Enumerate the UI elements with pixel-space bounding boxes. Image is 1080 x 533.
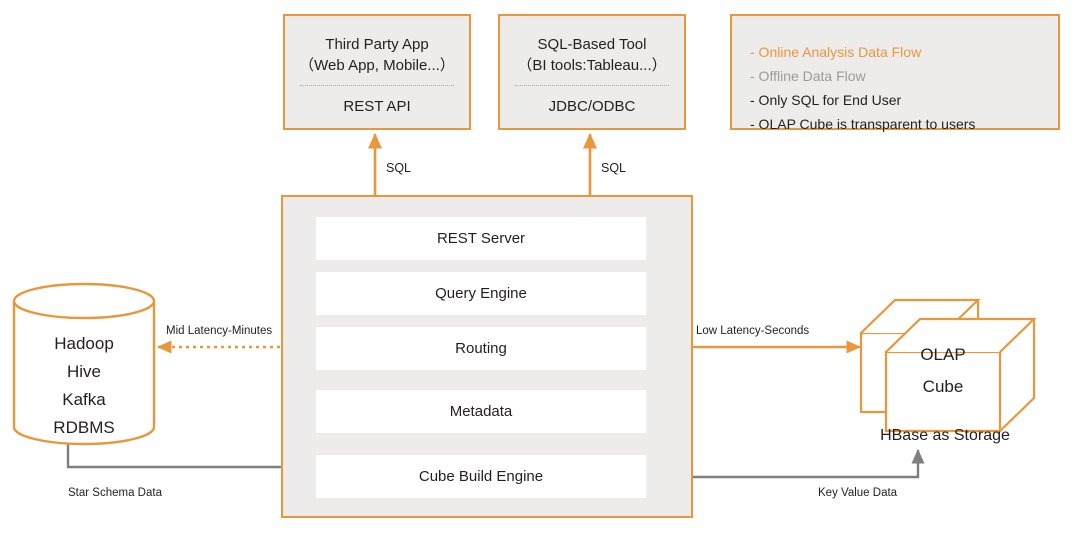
client-title: Third Party App — [325, 36, 429, 53]
client-protocol-label: JDBC/ODBC — [548, 98, 636, 115]
cube-label-cube: Cube — [922, 377, 964, 396]
client-box-sql-based-tool[interactable]: SQL-Based Tool （BI tools:Tableau...） JDB… — [498, 14, 686, 130]
client-divider — [514, 85, 670, 86]
cube-label-olap: OLAP — [920, 345, 966, 364]
sql-label-bi-tool: SQL — [601, 161, 627, 175]
client-title: SQL-Based Tool — [537, 36, 647, 53]
legend-item-online-analysis: - Online Analysis Data Flow — [750, 44, 922, 60]
source-label-hadoop: Hadoop — [54, 334, 114, 353]
engine-layer-rest-server[interactable]: REST Server — [316, 217, 646, 260]
flow-label-mid-latency: Mid Latency-Minutes — [166, 325, 273, 337]
legend-item-offline-flow: - Offline Data Flow — [750, 68, 866, 84]
client-protocol-label: REST API — [343, 98, 411, 115]
source-label-rdbms: RDBMS — [53, 418, 115, 437]
client-subtitle: （Web App, Mobile...） — [299, 57, 455, 74]
source-label-hive: Hive — [66, 362, 101, 381]
client-divider — [299, 85, 455, 86]
engine-layer-routing[interactable]: Routing — [316, 327, 646, 370]
flow-label-key-value: Key Value Data — [818, 487, 898, 499]
engine-layer-metadata[interactable]: Metadata — [316, 390, 646, 433]
olap-cube-front-shape — [884, 317, 1037, 433]
legend-box: - Online Analysis Data Flow - Offline Da… — [730, 14, 1060, 132]
sql-label-third-party: SQL — [386, 161, 412, 175]
engine-layer-cube-build-engine[interactable]: Cube Build Engine — [316, 455, 646, 498]
engine-layer-query-engine[interactable]: Query Engine — [316, 272, 646, 315]
legend-item-olap-transparent: - OLAP Cube is transparent to users — [750, 116, 976, 132]
flow-label-low-latency: Low Latency-Seconds — [696, 325, 810, 337]
source-label-kafka: Kafka — [62, 390, 106, 409]
flow-star-schema — [66, 443, 312, 474]
client-box-third-party-app[interactable]: Third Party App （Web App, Mobile...） RES… — [283, 14, 471, 130]
flow-label-star-schema: Star Schema Data — [68, 487, 162, 499]
hbase-storage-caption: HBase as Storage — [880, 427, 1010, 444]
client-subtitle: （BI tools:Tableau...） — [517, 57, 667, 74]
legend-item-only-sql: - Only SQL for End User — [750, 92, 902, 108]
architecture-diagram: Third Party App （Web App, Mobile...） RES… — [0, 0, 1080, 533]
